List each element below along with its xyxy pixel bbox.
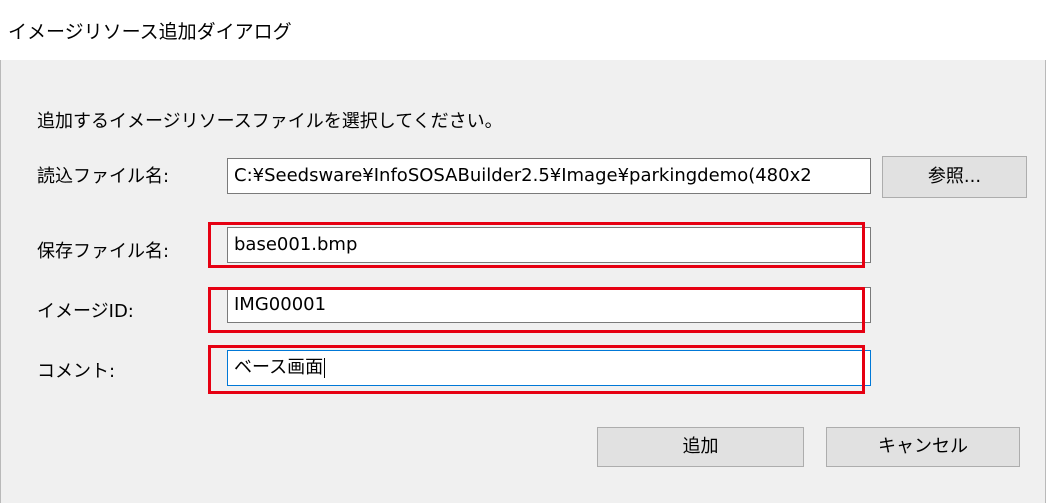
- save-file-label: 保存ファイル名:: [37, 241, 170, 262]
- dialog-body: 追加するイメージリソースファイルを選択してください。 読込ファイル名: C:¥S…: [0, 60, 1046, 503]
- save-file-value: base001.bmp: [234, 234, 358, 255]
- image-id-label: イメージID:: [37, 301, 134, 322]
- load-file-value: C:¥Seedsware¥InfoSOSABuilder2.5¥Image¥pa…: [234, 165, 812, 186]
- load-file-input[interactable]: C:¥Seedsware¥InfoSOSABuilder2.5¥Image¥pa…: [227, 158, 871, 194]
- title-bar: イメージリソース追加ダイアログ: [0, 0, 1047, 60]
- comment-value: ベース画面: [234, 357, 324, 378]
- comment-input[interactable]: ベース画面: [227, 350, 871, 386]
- browse-button[interactable]: 参照...: [882, 156, 1027, 198]
- cancel-button[interactable]: キャンセル: [826, 427, 1020, 467]
- comment-label: コメント:: [37, 361, 116, 382]
- window-title: イメージリソース追加ダイアログ: [8, 21, 292, 43]
- save-file-input[interactable]: base001.bmp: [227, 227, 871, 263]
- image-id-value: IMG00001: [234, 294, 327, 315]
- text-caret: [324, 358, 326, 378]
- image-id-input[interactable]: IMG00001: [227, 287, 871, 323]
- add-button[interactable]: 追加: [597, 427, 804, 467]
- instruction-text: 追加するイメージリソースファイルを選択してください。: [37, 111, 503, 132]
- load-file-label: 読込ファイル名:: [37, 166, 170, 187]
